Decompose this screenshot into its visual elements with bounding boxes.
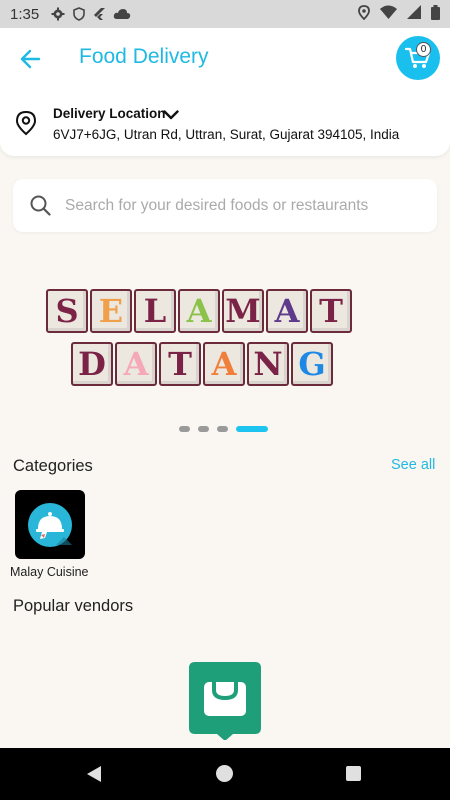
arrow-left-icon <box>20 49 41 69</box>
categories-title: Categories <box>13 457 93 475</box>
status-time: 1:35 <box>10 5 40 23</box>
shopping-bag-icon <box>189 662 261 741</box>
promo-banner[interactable]: SELAMAT DATANG <box>46 283 412 393</box>
banner-letter-block: T <box>310 289 352 333</box>
banner-letter-block: A <box>178 289 220 333</box>
popular-vendors-title: Popular vendors <box>13 597 134 615</box>
battery-icon <box>431 4 440 24</box>
search-input[interactable] <box>65 179 425 232</box>
chevron-down-icon <box>163 107 179 125</box>
banner-letter-block: E <box>90 289 132 333</box>
banner-letter-block: T <box>159 342 201 386</box>
delivery-address: 6VJ7+6JG, Utran Rd, Uttran, Surat, Gujar… <box>53 127 400 142</box>
search-icon <box>30 195 51 221</box>
page-title: Food Delivery <box>79 45 209 68</box>
carousel-dot[interactable] <box>198 426 209 432</box>
banner-row-2: DATANG <box>71 342 333 386</box>
banner-letter-block: A <box>266 289 308 333</box>
banner-letter-block: S <box>46 289 88 333</box>
delivery-location-label: Delivery Location <box>53 106 166 121</box>
flutter-icon <box>93 7 106 21</box>
carousel-dot[interactable] <box>179 426 190 432</box>
carousel-indicator <box>179 426 268 432</box>
status-bar: 1:35 <box>0 0 450 28</box>
back-icon[interactable] <box>86 765 102 788</box>
map-pin-icon <box>15 110 37 141</box>
banner-letter-block: A <box>203 342 245 386</box>
back-button[interactable] <box>18 46 44 72</box>
banner-letter-block: A <box>115 342 157 386</box>
banner-letter-block: L <box>134 289 176 333</box>
search-box <box>13 179 437 232</box>
location-icon <box>358 4 370 24</box>
cart-button[interactable]: 0 <box>396 36 440 80</box>
category-thumbnail <box>15 490 85 559</box>
banner-letter-block: D <box>71 342 113 386</box>
recents-icon[interactable] <box>346 766 361 781</box>
see-all-link[interactable]: See all <box>391 457 435 473</box>
cart-count-badge: 0 <box>416 42 431 57</box>
banner-letter-block: M <box>222 289 264 333</box>
food-cloche-icon <box>28 502 72 547</box>
carousel-dot[interactable] <box>217 426 228 432</box>
app-bar: Food Delivery 0 <box>0 28 450 90</box>
banner-row-1: SELAMAT <box>46 289 352 333</box>
cloud-icon <box>113 8 131 20</box>
system-nav-bar <box>0 748 450 800</box>
delivery-location-selector[interactable]: Delivery Location 6VJ7+6JG, Utran Rd, Ut… <box>0 90 450 156</box>
shield-icon <box>73 7 86 21</box>
banner-letter-block: N <box>247 342 289 386</box>
wifi-icon <box>380 5 397 23</box>
gear-icon <box>51 7 65 21</box>
banner-letter-block: G <box>291 342 333 386</box>
signal-icon <box>407 5 421 23</box>
category-label: Malay Cuisine <box>10 565 89 579</box>
carousel-dot[interactable] <box>236 426 268 432</box>
home-icon[interactable] <box>216 765 233 782</box>
